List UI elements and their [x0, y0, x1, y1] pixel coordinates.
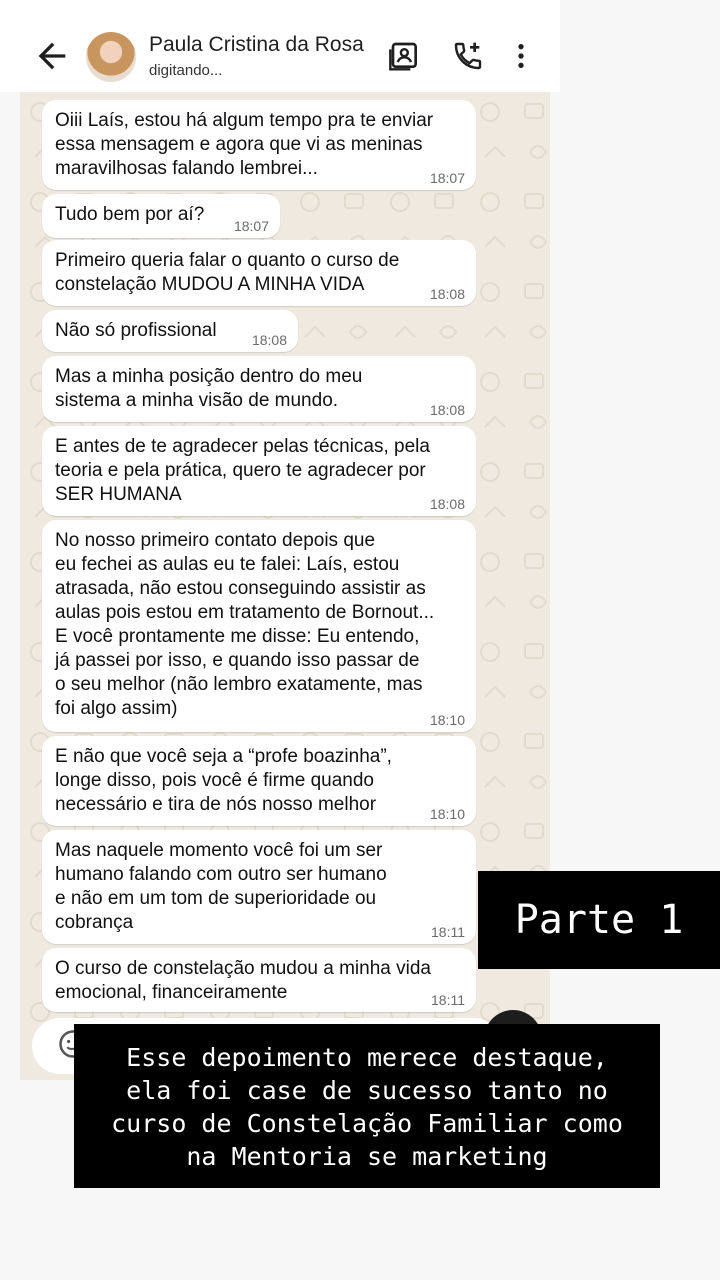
message-time: 18:08: [251, 332, 287, 348]
message-time: 18:11: [431, 992, 465, 1008]
contact-card-icon[interactable]: [389, 40, 421, 72]
contact-name[interactable]: Paula Cristina da Rosa: [149, 33, 364, 57]
message-text: E antes de te agradecer pelas técnicas, …: [55, 436, 430, 505]
chat-header: Paula Cristina da Rosa digitando...: [0, 0, 560, 92]
message-bubble[interactable]: O curso de constelação mudou a minha vid…: [42, 948, 476, 1012]
message-bubble[interactable]: Tudo bem por aí? 18:07: [42, 194, 280, 238]
back-arrow-icon[interactable]: [32, 36, 72, 76]
message-bubble[interactable]: No nosso primeiro contato depois que eu …: [42, 520, 476, 732]
message-time: 18:10: [429, 806, 465, 822]
message-bubble[interactable]: E antes de te agradecer pelas técnicas, …: [42, 426, 476, 516]
message-time: 18:08: [429, 496, 465, 512]
message-time: 18:10: [429, 712, 465, 728]
message-time: 18:07: [233, 218, 269, 234]
more-vert-icon[interactable]: [505, 40, 537, 72]
avatar[interactable]: [86, 32, 136, 82]
chat-area[interactable]: Oiii Laís, estou há algum tempo pra te e…: [20, 92, 550, 1080]
message-bubble[interactable]: Mas naquele momento você foi um ser huma…: [42, 830, 476, 944]
message-text: E não que você seja a “profe boazinha”, …: [55, 746, 392, 815]
message-time: 18:08: [429, 286, 465, 302]
message-text: Mas a minha posição dentro do meu sistem…: [55, 366, 363, 411]
message-text: Oiii Laís, estou há algum tempo pra te e…: [55, 110, 434, 179]
message-text: Não só profissional: [55, 320, 217, 341]
message-bubble[interactable]: Primeiro queria falar o quanto o curso d…: [42, 240, 476, 306]
caption-text: Esse depoimento merece destaque, ela foi…: [74, 1024, 660, 1188]
message-text: Mas naquele momento você foi um ser huma…: [55, 840, 387, 933]
message-bubble[interactable]: Não só profissional 18:08: [42, 310, 298, 352]
message-text: O curso de constelação mudou a minha vid…: [55, 958, 431, 1003]
add-call-icon[interactable]: [452, 40, 484, 72]
part-label: Parte 1: [478, 871, 720, 969]
message-text: No nosso primeiro contato depois que eu …: [55, 530, 435, 719]
message-bubble[interactable]: Mas a minha posição dentro do meu sistem…: [42, 356, 476, 422]
message-time: 18:11: [431, 924, 465, 940]
message-time: 18:08: [429, 402, 465, 418]
message-bubble[interactable]: E não que você seja a “profe boazinha”, …: [42, 736, 476, 826]
message-text: Primeiro queria falar o quanto o curso d…: [55, 250, 400, 295]
message-time: 18:07: [429, 170, 465, 186]
message-bubble[interactable]: Oiii Laís, estou há algum tempo pra te e…: [42, 100, 476, 190]
typing-status: digitando...: [149, 62, 223, 79]
